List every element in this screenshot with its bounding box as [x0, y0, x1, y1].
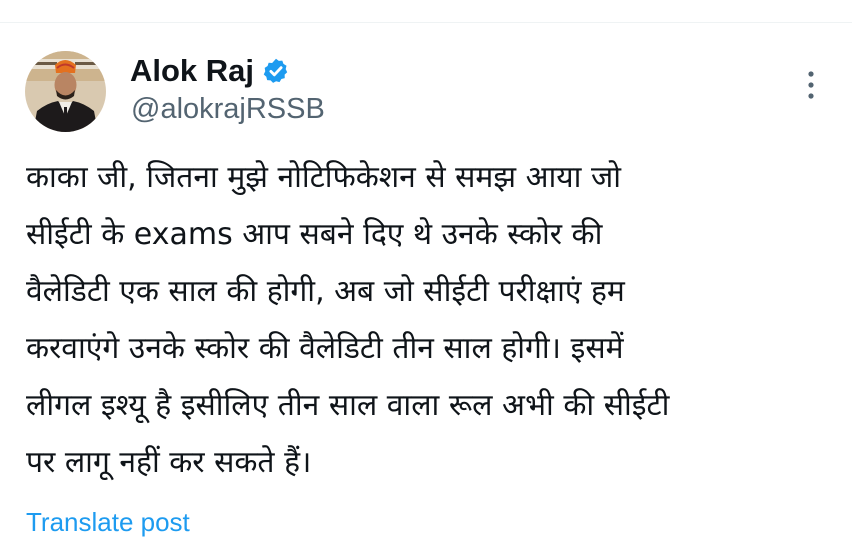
author-name-text: Alok Raj [130, 53, 255, 88]
more-options-icon[interactable] [798, 68, 824, 102]
post-text-line: वैलेडिटी एक साल की होगी, अब जो सीईटी परी… [26, 274, 625, 309]
post-text-line: करवाएंगे उनके स्कोर की वैलेडिटी तीन साल … [26, 331, 624, 366]
post-text-line: काका जी, जितना मुझे नोटिफिकेशन से समझ आय… [26, 160, 621, 195]
author-avatar[interactable] [25, 51, 106, 132]
author-handle[interactable]: @alokrajRSSB [131, 92, 325, 126]
post-text: काका जी, जितना मुझे नोटिफिकेशन से समझ आय… [26, 149, 836, 491]
avatar-image [25, 51, 106, 132]
post-text-line: सीईटी के exams आप सबने दिए थे उनके स्कोर… [26, 217, 603, 252]
verified-badge-icon [262, 57, 290, 85]
author-display-name[interactable]: Alok Raj [130, 53, 290, 89]
post-text-line: लीगल इश्यू है इसीलिए तीन साल वाला रूल अभ… [26, 388, 670, 423]
top-divider [0, 22, 852, 23]
translate-post-link[interactable]: Translate post [26, 505, 190, 539]
post-text-line: पर लागू नहीं कर सकते हैं। [26, 445, 312, 480]
